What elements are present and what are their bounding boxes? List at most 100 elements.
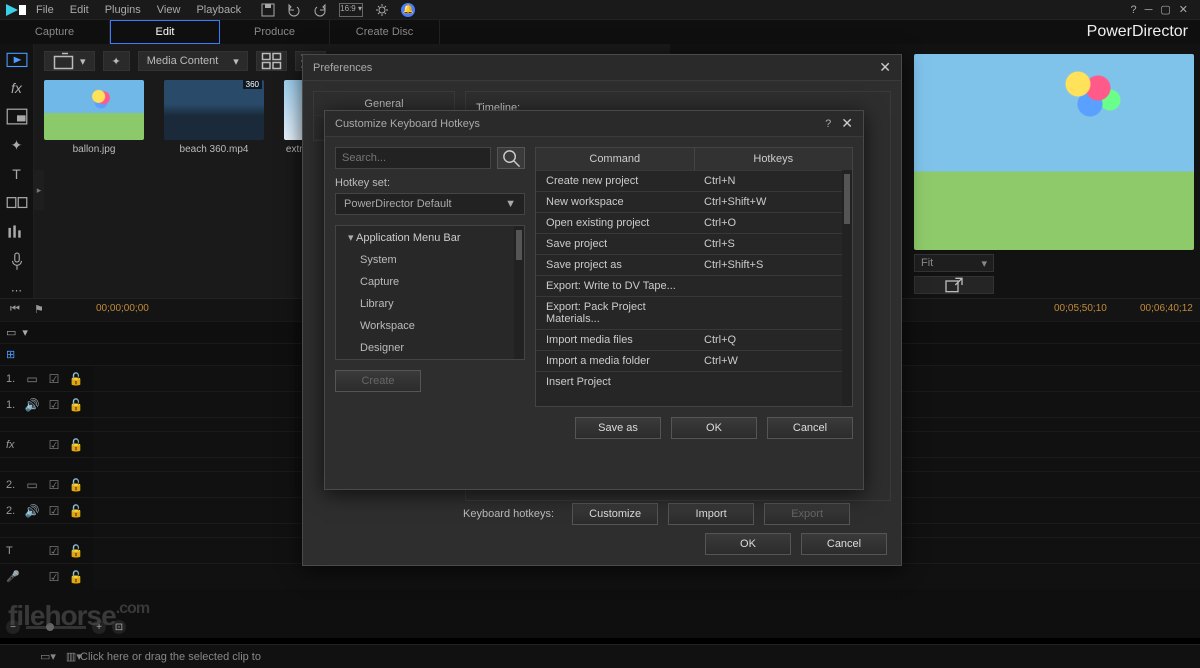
hotkey-row[interactable]: Create new projectCtrl+N [536,170,852,191]
media-thumb[interactable]: ballon.jpg [44,80,144,155]
hotkey-row[interactable]: New workspaceCtrl+Shift+W [536,191,852,212]
search-button[interactable] [497,147,525,169]
maximize-icon[interactable]: ▢ [1160,3,1170,16]
audio-mix-icon[interactable] [6,223,28,240]
export-button[interactable]: Export [764,503,850,525]
hotkey-row[interactable]: Export: Write to DV Tape... [536,275,852,296]
track-lock-icon[interactable]: 🔓 [68,570,84,584]
redo-icon[interactable] [313,3,327,17]
hotkey-row[interactable]: Import media filesCtrl+Q [536,329,852,350]
customize-button[interactable]: Customize [572,503,658,525]
aspect-icon[interactable]: 16:9 ▾ [339,3,363,17]
hotkey-row[interactable]: Export: Pack Project Materials... [536,296,852,329]
preferences-title-bar[interactable]: Preferences ✕ [303,55,901,81]
track-lock-icon[interactable]: 🔓 [68,372,84,386]
voiceover-icon[interactable] [6,252,28,272]
menu-file[interactable]: File [36,4,54,16]
hotkeys-title-bar[interactable]: Customize Keyboard Hotkeys ? ✕ [325,111,863,137]
zoom-out-button[interactable]: − [6,620,20,634]
save-icon[interactable] [261,3,275,17]
tree-node[interactable]: System [336,249,524,271]
timeline-prev-icon[interactable]: ⏮ [10,303,28,317]
create-button[interactable]: Create [335,370,421,392]
hotkey-row[interactable]: Save projectCtrl+S [536,233,852,254]
help-icon[interactable]: ? [825,118,831,130]
track-lock-icon[interactable]: 🔓 [68,544,84,558]
close-icon[interactable]: ✕ [879,59,891,76]
hotkey-row[interactable]: Open existing projectCtrl+O [536,212,852,233]
popout-button[interactable] [914,276,994,294]
zoom-dropdown[interactable]: Fit▾ [914,254,994,272]
track-visible-icon[interactable]: ☑ [46,438,62,452]
zoom-fit-button[interactable]: ⊡ [112,620,126,634]
mode-create-disc[interactable]: Create Disc [330,20,440,44]
tree-node[interactable]: Workspace [336,315,524,337]
menu-playback[interactable]: Playback [196,4,241,16]
media-filter-dropdown[interactable]: Media Content▾ [138,51,248,71]
scrollbar[interactable] [842,170,852,406]
track-visible-icon[interactable]: ☑ [46,570,62,584]
zoom-in-button[interactable]: + [92,620,106,634]
insert-mode-icon[interactable]: ▭▾ [40,650,56,663]
track-lock-icon[interactable]: 🔓 [68,478,84,492]
hotkey-row[interactable]: Save project asCtrl+Shift+S [536,254,852,275]
tree-node[interactable]: Application Menu Bar [336,226,524,249]
track-lock-icon[interactable]: 🔓 [68,398,84,412]
hotkey-search-input[interactable] [335,147,491,169]
notification-icon[interactable]: 🔔 [401,3,415,17]
mode-produce[interactable]: Produce [220,20,330,44]
track-visible-icon[interactable]: ☑ [46,478,62,492]
hotkey-set-dropdown[interactable]: PowerDirector Default▼ [335,193,525,215]
track-visible-icon[interactable]: ☑ [46,398,62,412]
track-menu-icon[interactable]: ▾ [22,326,28,339]
hotkey-row[interactable]: Import a media folderCtrl+W [536,350,852,371]
mode-edit[interactable]: Edit [110,20,220,44]
menu-view[interactable]: View [157,4,181,16]
ok-button[interactable]: OK [705,533,791,555]
tree-node[interactable]: Designer [336,337,524,359]
menu-plugins[interactable]: Plugins [105,4,141,16]
track-visible-icon[interactable]: ☑ [46,372,62,386]
media-thumb[interactable]: 360 beach 360.mp4 [164,80,264,155]
title-icon[interactable]: T [6,166,28,182]
view-grid-icon[interactable] [256,51,287,71]
subtitle-icon[interactable]: ⋯ [6,284,28,298]
timeline-marker-icon[interactable]: ⚑ [34,303,52,317]
track-icon[interactable]: ⊞ [6,348,15,361]
undo-icon[interactable] [287,3,301,17]
track-voice[interactable]: 🎤☑🔓 [0,563,1200,589]
insert-clip-bar[interactable]: ▭▾ ▥▾ Click here or drag the selected cl… [0,644,1200,668]
hotkey-row[interactable]: Insert Project [536,371,852,392]
pip-icon[interactable] [6,108,28,125]
zoom-slider[interactable] [26,626,86,629]
track-lock-icon[interactable]: 🔓 [68,504,84,518]
scrollbar[interactable] [514,226,524,359]
close-icon[interactable]: ✕ [1179,3,1188,16]
left-expand-handle[interactable]: ▸ [34,170,44,210]
mode-capture[interactable]: Capture [0,20,110,44]
track-display-icon[interactable]: ▭ [6,326,16,339]
help-icon[interactable]: ? [1130,4,1136,16]
transition-icon[interactable] [6,194,28,211]
track-visible-icon[interactable]: ☑ [46,504,62,518]
th-hotkeys[interactable]: Hotkeys [695,148,853,170]
cancel-button[interactable]: Cancel [801,533,887,555]
media-room-icon[interactable] [6,50,28,68]
settings-icon[interactable] [375,3,389,17]
plugin-button[interactable]: ✦ [103,51,130,71]
tree-node[interactable]: Library [336,293,524,315]
ok-button[interactable]: OK [671,417,757,439]
fx-icon[interactable]: fx [6,80,28,96]
close-icon[interactable]: ✕ [841,115,853,132]
cancel-button[interactable]: Cancel [767,417,853,439]
th-command[interactable]: Command [536,148,695,170]
track-visible-icon[interactable]: ☑ [46,544,62,558]
import-button[interactable]: Import [668,503,754,525]
save-as-button[interactable]: Save as [575,417,661,439]
particles-icon[interactable]: ✦ [6,137,28,154]
minimize-icon[interactable]: ─ [1145,4,1153,16]
tree-node[interactable]: Capture [336,271,524,293]
insert-mode-icon[interactable]: ▥▾ [66,650,82,663]
menu-edit[interactable]: Edit [70,4,89,16]
track-lock-icon[interactable]: 🔓 [68,438,84,452]
